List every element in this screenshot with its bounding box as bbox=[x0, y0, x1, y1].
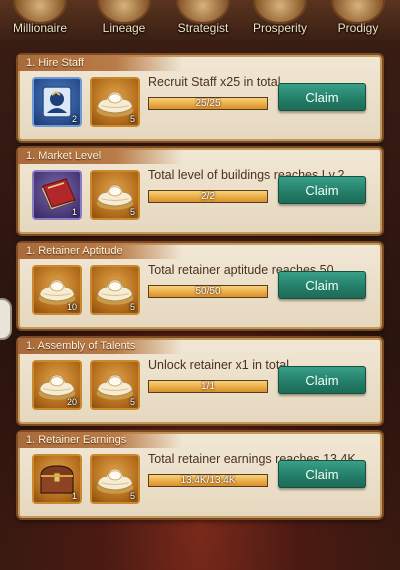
quest-progress-bar: 1/1 bbox=[148, 380, 268, 393]
progress-text: 25/25 bbox=[195, 98, 221, 109]
tab-prodigy[interactable]: Prodigy bbox=[318, 0, 398, 40]
claim-button[interactable]: Claim bbox=[278, 271, 366, 299]
quest-card: 1. Hire Staff 2 5 Recruit Staff x25 in t… bbox=[18, 55, 382, 141]
reward-slot[interactable]: 5 bbox=[90, 170, 140, 220]
quest-card: 1. Retainer Earnings 1 5 Total retainer … bbox=[18, 432, 382, 518]
reward-slot[interactable]: 5 bbox=[90, 360, 140, 410]
quest-title: 1. Assembly of Talents bbox=[18, 338, 182, 354]
reward-quantity: 5 bbox=[129, 302, 135, 312]
tab-label: Lineage bbox=[102, 21, 146, 35]
tab-millionaire[interactable]: Millionaire bbox=[0, 0, 80, 40]
reward-quantity: 5 bbox=[129, 397, 135, 407]
quest-progress-bar: 13.4K/13.4K bbox=[148, 474, 268, 487]
reward-slot[interactable]: 5 bbox=[90, 265, 140, 315]
tab-lineage[interactable]: Lineage bbox=[84, 0, 164, 40]
tab-strategist[interactable]: Strategist bbox=[163, 0, 243, 40]
quest-progress-bar: 2/2 bbox=[148, 190, 268, 203]
reward-quantity: 5 bbox=[129, 491, 135, 501]
category-tab-bar: Millionaire Lineage Strategist Prosperit… bbox=[0, 0, 400, 40]
quest-card: 1. Retainer Aptitude 10 5 Total retainer… bbox=[18, 243, 382, 329]
reward-quantity: 20 bbox=[66, 397, 77, 407]
claim-button[interactable]: Claim bbox=[278, 176, 366, 204]
reward-slot[interactable]: 20 bbox=[32, 360, 82, 410]
quest-card: 1. Market Level 1 5 Total level of build… bbox=[18, 148, 382, 234]
quest-title: 1. Retainer Earnings bbox=[18, 432, 182, 448]
tab-prosperity[interactable]: Prosperity bbox=[240, 0, 320, 40]
reward-slot[interactable]: 10 bbox=[32, 265, 82, 315]
reward-slot[interactable]: 1 bbox=[32, 454, 82, 504]
progress-text: 13.4K/13.4K bbox=[180, 475, 236, 486]
reward-slot[interactable]: 1 bbox=[32, 170, 82, 220]
reward-slot[interactable]: 5 bbox=[90, 77, 140, 127]
claim-button[interactable]: Claim bbox=[278, 366, 366, 394]
quest-title: 1. Retainer Aptitude bbox=[18, 243, 182, 259]
reward-slot[interactable]: 5 bbox=[90, 454, 140, 504]
quest-card: 1. Assembly of Talents 20 5 Unlock retai… bbox=[18, 338, 382, 424]
claim-button[interactable]: Claim bbox=[278, 83, 366, 111]
progress-text: 1/1 bbox=[201, 381, 215, 392]
reward-quantity: 10 bbox=[66, 302, 77, 312]
side-drawer-handle[interactable] bbox=[0, 298, 12, 340]
progress-text: 50/50 bbox=[195, 286, 221, 297]
reward-quantity: 2 bbox=[71, 114, 77, 124]
quest-progress-bar: 25/25 bbox=[148, 97, 268, 110]
quest-description: Recruit Staff x25 in total bbox=[148, 75, 281, 89]
tab-label: Prodigy bbox=[337, 21, 379, 35]
reward-quantity: 5 bbox=[129, 114, 135, 124]
reward-slot[interactable]: 2 bbox=[32, 77, 82, 127]
tab-label: Strategist bbox=[177, 21, 229, 35]
tab-label: Prosperity bbox=[252, 21, 308, 35]
reward-quantity: 1 bbox=[71, 207, 77, 217]
reward-quantity: 5 bbox=[129, 207, 135, 217]
quest-description: Unlock retainer x1 in total bbox=[148, 358, 290, 372]
reward-quantity: 1 bbox=[71, 491, 77, 501]
quest-title: 1. Hire Staff bbox=[18, 55, 182, 71]
tab-label: Millionaire bbox=[12, 21, 68, 35]
quest-title: 1. Market Level bbox=[18, 148, 182, 164]
claim-button[interactable]: Claim bbox=[278, 460, 366, 488]
progress-text: 2/2 bbox=[201, 191, 215, 202]
quest-progress-bar: 50/50 bbox=[148, 285, 268, 298]
